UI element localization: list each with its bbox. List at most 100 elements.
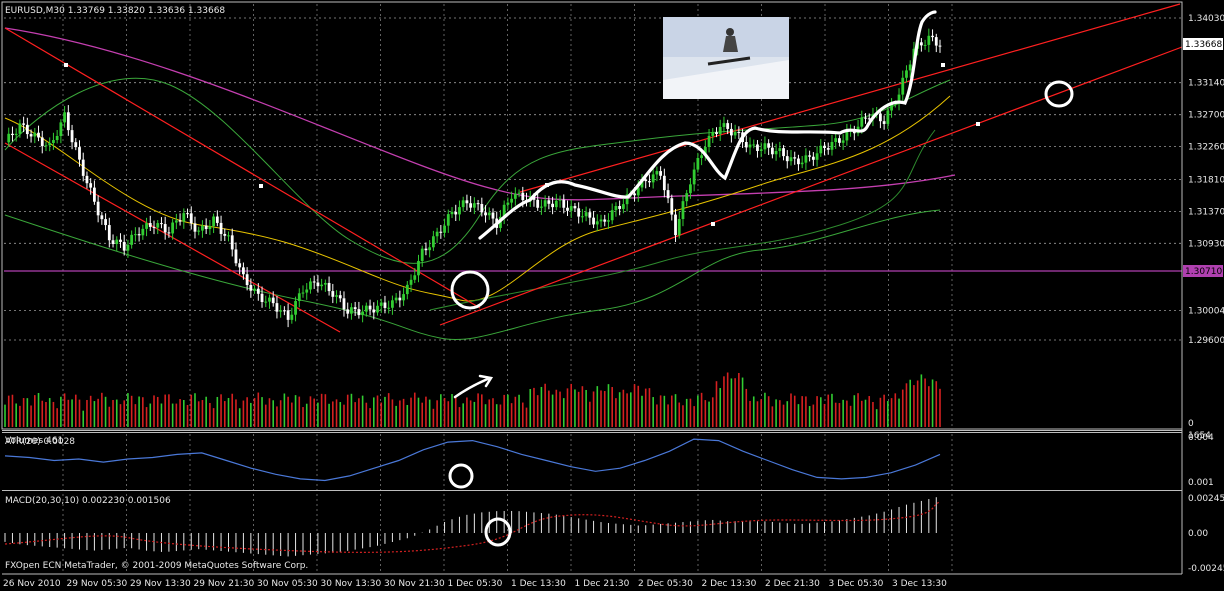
candle-body [11, 134, 14, 135]
candle-body [622, 204, 625, 209]
candle-body [562, 200, 565, 208]
candle-body [764, 143, 767, 149]
candle-body [171, 223, 174, 234]
candle-body [89, 183, 92, 187]
candle-body [439, 232, 442, 233]
candle-body [466, 200, 469, 203]
candle-body [838, 138, 841, 143]
candle-body [901, 78, 904, 95]
candle-body [816, 153, 819, 159]
volume-pane-border [2, 430, 1182, 431]
candle-body [544, 200, 547, 206]
candle-body [536, 200, 539, 208]
volume-tick-min: 0 [1188, 419, 1194, 429]
atr-title: ATR(20) 0.0028 [5, 437, 75, 447]
pane-price: EURUSD,M30 1.33769 1.33820 1.33636 1.336… [2, 2, 1224, 574]
candle-body [242, 267, 245, 274]
macd-pane-border [2, 490, 1182, 491]
target-circle [1046, 82, 1072, 106]
candle-body [574, 206, 577, 208]
candle-body [346, 309, 349, 313]
time-axis: 26 Nov 201029 Nov 05:3029 Nov 13:3029 No… [3, 579, 947, 589]
candle-body [413, 275, 416, 280]
candle-body [186, 213, 189, 214]
candle-body [74, 142, 77, 147]
candle-body [760, 149, 763, 151]
candle-body [309, 281, 312, 289]
candle-body [581, 216, 584, 217]
macd-histogram [5, 497, 936, 556]
candle-body [335, 295, 338, 297]
candle-body [194, 223, 197, 231]
candle-body [510, 199, 513, 203]
candle-body [480, 204, 483, 212]
candle-body [205, 226, 208, 229]
candle-body [685, 193, 688, 201]
candle-body [633, 193, 636, 195]
candle-body [518, 193, 521, 194]
candle-body [715, 132, 718, 134]
candle-body [927, 36, 930, 45]
candle-body [141, 229, 144, 235]
channel-up-upper [520, 4, 1180, 192]
candle-body [700, 155, 703, 158]
candle-body [812, 157, 815, 160]
candle-body [78, 147, 81, 160]
candle-body [693, 170, 696, 185]
candle-body [212, 217, 215, 227]
candle-body [45, 145, 48, 146]
candle-body [395, 298, 398, 301]
time-tick-label: 29 Nov 21:30 [194, 579, 255, 589]
candle-body [97, 202, 100, 216]
candle-body [592, 218, 595, 225]
candle-body [67, 112, 70, 130]
price-grid [4, 4, 1182, 574]
candle-body [231, 235, 234, 249]
candle-body [615, 206, 618, 210]
candle-body [469, 203, 472, 207]
candle-body [201, 226, 204, 231]
time-tick-label: 30 Nov 13:30 [321, 579, 382, 589]
candle-body [931, 36, 934, 37]
pane-atr: ATR(20) 0.0028 0.004 0.001 [2, 432, 1214, 488]
candle-body [56, 136, 59, 140]
candle-body [387, 308, 390, 309]
candle-body [711, 132, 714, 136]
candle-body [674, 215, 677, 236]
candle-body [804, 155, 807, 162]
candle-body [365, 306, 368, 312]
candle-body [391, 300, 394, 307]
candle-body [63, 112, 66, 122]
time-tick-label: 29 Nov 13:30 [130, 579, 191, 589]
candle-body [302, 293, 305, 294]
candle-body [249, 285, 252, 291]
candle-body [734, 132, 737, 135]
price-tick-label: 1.30930 [1188, 239, 1224, 249]
price-axis: 1.340301.331401.327001.322601.318101.313… [1188, 14, 1224, 346]
candle-body [708, 136, 711, 147]
candle-body [287, 310, 290, 320]
candle-body [298, 293, 301, 301]
time-tick-label: 2 Dec 21:30 [765, 579, 820, 589]
candle-body [447, 214, 450, 226]
candle-body [670, 198, 673, 214]
candle-body [398, 298, 401, 301]
candle-body [506, 203, 509, 205]
candle-body [935, 37, 938, 45]
candle-body [354, 307, 357, 309]
candle-body [659, 171, 662, 176]
candle-body [879, 114, 882, 122]
candle-body [52, 140, 55, 143]
candle-body [264, 302, 267, 303]
candle-body [559, 200, 562, 201]
candle-body [588, 212, 591, 217]
candle-body [246, 274, 249, 285]
candle-body [317, 282, 320, 286]
candle-body [827, 148, 830, 150]
candle-body [30, 134, 33, 136]
snowboarder-head [726, 28, 734, 36]
candle-body [41, 137, 44, 146]
candle-body [402, 294, 405, 300]
candle-body [771, 148, 774, 155]
pane-volume: Volumes 461 1654 0 [2, 373, 1211, 446]
